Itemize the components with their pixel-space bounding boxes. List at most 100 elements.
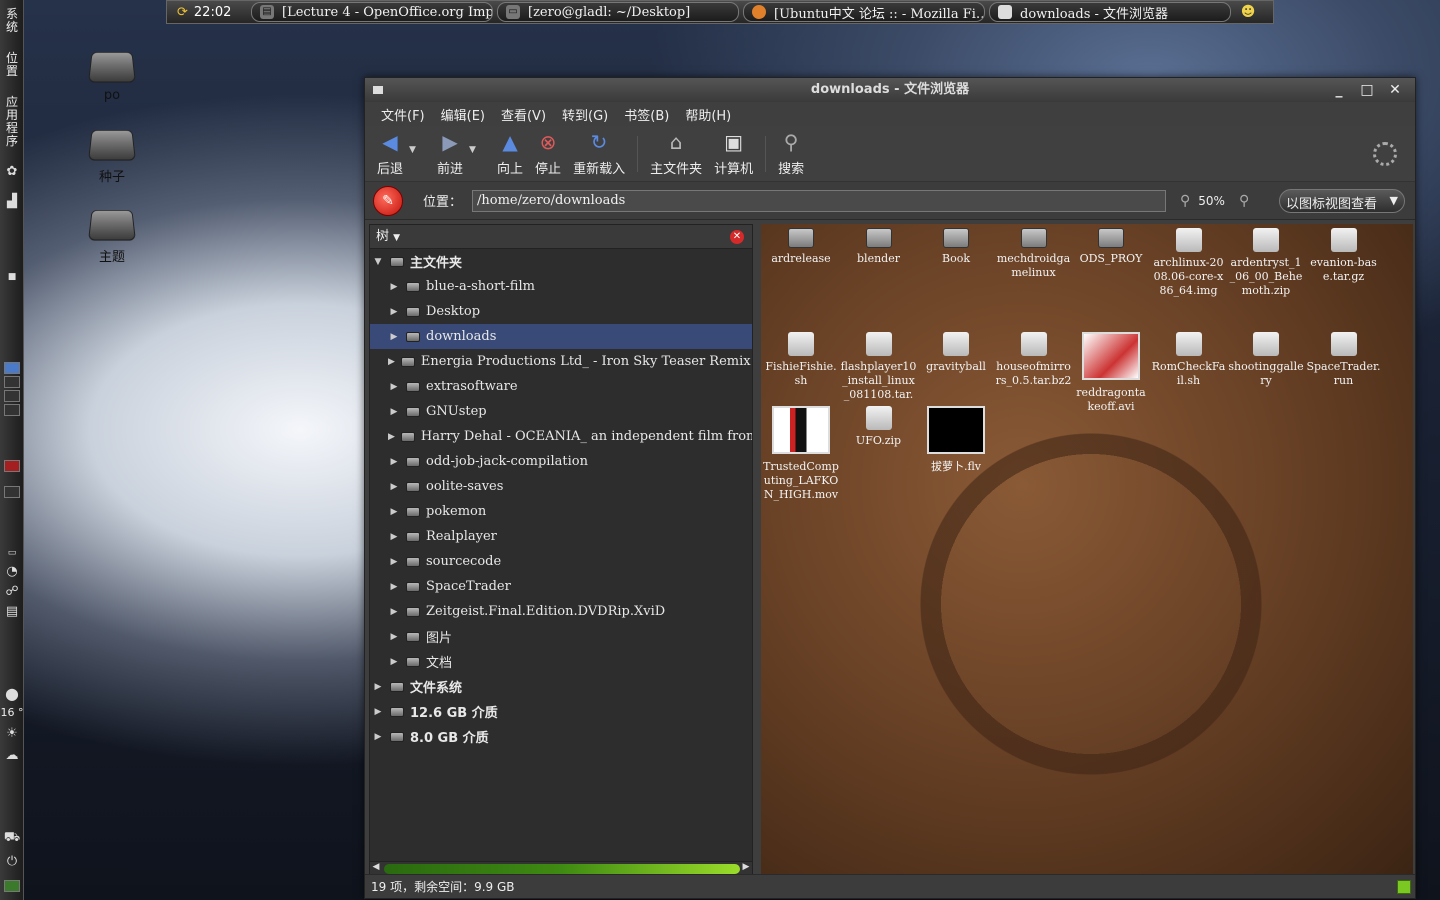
file-item[interactable]: shootinggallery <box>1228 332 1304 388</box>
file-item[interactable]: Book <box>918 228 994 266</box>
tree-item-folder[interactable]: ▶ odd-job-jack-compilation <box>370 449 752 474</box>
expander-closed-icon[interactable]: ▶ <box>388 357 395 367</box>
expander-closed-icon[interactable]: ▶ <box>388 382 400 392</box>
close-sidebar-icon[interactable]: ✕ <box>730 230 744 244</box>
file-item[interactable]: FishieFishie.sh <box>763 332 839 388</box>
file-item[interactable]: archlinux-2008.06-core-x86_64.img <box>1151 228 1227 298</box>
close-icon[interactable]: ✕ <box>1383 78 1407 102</box>
search-button[interactable]: ⚲ 搜索 <box>772 130 810 177</box>
expander-closed-icon[interactable]: ▶ <box>388 607 400 617</box>
computer-button[interactable]: ▣ 计算机 <box>708 130 759 177</box>
menu-go[interactable]: 转到(G) <box>554 105 616 124</box>
file-item[interactable]: houseofmirrors_0.5.tar.bz2 <box>996 332 1072 388</box>
window-thumb-2[interactable] <box>4 486 20 498</box>
menu-help[interactable]: 帮助(H) <box>677 105 739 124</box>
file-item[interactable]: SpaceTrader.run <box>1306 332 1382 388</box>
chevron-down-icon[interactable]: ▼ <box>393 233 400 243</box>
printer-icon[interactable]: ▤ <box>3 604 21 620</box>
expander-closed-icon[interactable]: ▶ <box>388 457 400 467</box>
home-button[interactable]: ⌂ 主文件夹 <box>644 130 708 177</box>
menu-edit[interactable]: 编辑(E) <box>433 105 493 124</box>
window-thumb-1[interactable] <box>4 460 20 472</box>
back-button[interactable]: ◀ 后退 <box>371 130 409 177</box>
menu-bookmarks[interactable]: 书签(B) <box>616 105 677 124</box>
expander-closed-icon[interactable]: ▶ <box>388 632 400 642</box>
file-item[interactable]: UFO.zip <box>841 406 917 448</box>
tree-item-folder[interactable]: ▶ extrasoftware <box>370 374 752 399</box>
tree-item-folder[interactable]: ▶ downloads <box>370 324 752 349</box>
sidebar-mode-select[interactable]: 树 <box>376 229 389 244</box>
expander-closed-icon[interactable]: ▶ <box>372 707 384 717</box>
desktop-icon-themes[interactable]: 主题 <box>72 208 152 265</box>
system-monitor-icon[interactable]: ▟ <box>3 194 21 210</box>
tree-item-folder[interactable]: ▶ GNUstep <box>370 399 752 424</box>
window-menu-icon[interactable] <box>373 86 383 94</box>
tree-item-folder[interactable]: ▶ Zeitgeist.Final.Edition.DVDRip.XviD <box>370 599 752 624</box>
workspace-1[interactable] <box>4 362 20 374</box>
tree-item-folder[interactable]: ▶ Harry Dehal - OCEANIA_ an independent f… <box>370 424 752 449</box>
expander-closed-icon[interactable]: ▶ <box>388 282 400 292</box>
stop-button[interactable]: ⊗ 停止 <box>529 130 567 177</box>
workspace-2[interactable] <box>4 376 20 388</box>
workspace-3[interactable] <box>4 390 20 402</box>
file-item[interactable]: ODS_PROY <box>1073 228 1149 266</box>
tree-item-folder[interactable]: ▶ Realplayer <box>370 524 752 549</box>
task-file-browser[interactable]: downloads - 文件浏览器 <box>989 2 1231 22</box>
horizontal-scrollbar[interactable]: ◀ ▶ <box>370 861 752 875</box>
tree-item-volume[interactable]: ▶ 8.0 GB 介质 <box>370 724 752 749</box>
menu-view[interactable]: 查看(V) <box>493 105 554 124</box>
file-item[interactable]: gravityball <box>918 332 994 374</box>
tree-item-folder[interactable]: ▶ pokemon <box>370 499 752 524</box>
up-button[interactable]: ▲ 向上 <box>491 130 529 177</box>
desktop-icon-po[interactable]: po <box>72 50 152 103</box>
location-input[interactable]: /home/zero/downloads <box>472 189 1167 212</box>
gnome-foot-icon[interactable]: ✿ <box>3 164 21 180</box>
update-notifier-icon[interactable]: ☻ <box>1233 2 1263 22</box>
file-item[interactable]: flashplayer10_install_linux_081108.tar.g… <box>841 332 917 416</box>
trash-icon[interactable]: ⛟ <box>3 830 21 846</box>
file-item[interactable]: RomCheckFail.sh <box>1151 332 1227 388</box>
expander-closed-icon[interactable]: ▶ <box>388 407 400 417</box>
file-item[interactable]: evanion-base.tar.gz <box>1306 228 1382 284</box>
tree-item-folder[interactable]: ▶ 文档 <box>370 649 752 674</box>
minimize-icon[interactable]: _ <box>1327 78 1351 102</box>
menu-places[interactable]: 位置 <box>3 52 21 78</box>
network-icon[interactable]: ☍ <box>3 584 21 600</box>
expander-closed-icon[interactable]: ▶ <box>388 532 400 542</box>
task-terminal[interactable]: ▭ [zero@gladl: ~/Desktop] <box>497 2 739 22</box>
back-history-dropdown-icon[interactable]: ▼ <box>409 145 419 155</box>
view-mode-select[interactable]: 以图标视图查看 ▼ <box>1279 189 1405 213</box>
tree-item-folder[interactable]: ▶ oolite-saves <box>370 474 752 499</box>
file-item[interactable]: ardrelease <box>763 228 839 266</box>
notification-icon[interactable] <box>4 880 20 892</box>
power-icon[interactable]: ⏻ <box>3 854 21 870</box>
clock-applet-icon[interactable]: ◔ <box>3 564 21 580</box>
forward-history-dropdown-icon[interactable]: ▼ <box>469 145 479 155</box>
task-openoffice[interactable]: ▤ [Lecture 4 - OpenOffice.org Imp… <box>251 2 493 22</box>
expander-closed-icon[interactable]: ▶ <box>372 732 384 742</box>
file-item[interactable]: 拔萝卜.flv <box>918 406 994 474</box>
file-item[interactable]: blender <box>841 228 917 266</box>
tree-item-folder[interactable]: ▶ 图片 <box>370 624 752 649</box>
file-item[interactable]: reddragontakeoff.avi <box>1073 332 1149 414</box>
menu-applications[interactable]: 应用程序 <box>3 96 21 148</box>
expander-closed-icon[interactable]: ▶ <box>388 482 400 492</box>
window-titlebar[interactable]: downloads - 文件浏览器 _ □ ✕ <box>365 78 1415 102</box>
tree-item-folder[interactable]: ▶ blue-a-short-film <box>370 274 752 299</box>
expander-closed-icon[interactable]: ▶ <box>388 657 400 667</box>
zoom-in-icon[interactable]: ⚲ <box>1239 193 1249 209</box>
clock-applet[interactable]: ⟳ 22:02 <box>167 1 249 23</box>
reload-button[interactable]: ↻ 重新载入 <box>567 130 631 177</box>
show-desktop-icon[interactable]: ■ <box>3 272 21 288</box>
icon-view[interactable]: ardrelease blender Book mechdroidgamelinux O… <box>761 224 1413 876</box>
location-toggle-icon[interactable]: ✎ <box>373 185 403 216</box>
menu-system[interactable]: 系统 <box>3 8 21 34</box>
tree-item-folder[interactable]: ▶ sourcecode <box>370 549 752 574</box>
tree-item-volume[interactable]: ▶ 文件系统 <box>370 674 752 699</box>
expander-closed-icon[interactable]: ▶ <box>372 682 384 692</box>
expander-closed-icon[interactable]: ▶ <box>388 307 400 317</box>
expander-closed-icon[interactable]: ▶ <box>388 432 395 442</box>
expander-closed-icon[interactable]: ▶ <box>388 582 400 592</box>
expander-closed-icon[interactable]: ▶ <box>388 557 400 567</box>
expander-closed-icon[interactable]: ▶ <box>388 332 400 342</box>
